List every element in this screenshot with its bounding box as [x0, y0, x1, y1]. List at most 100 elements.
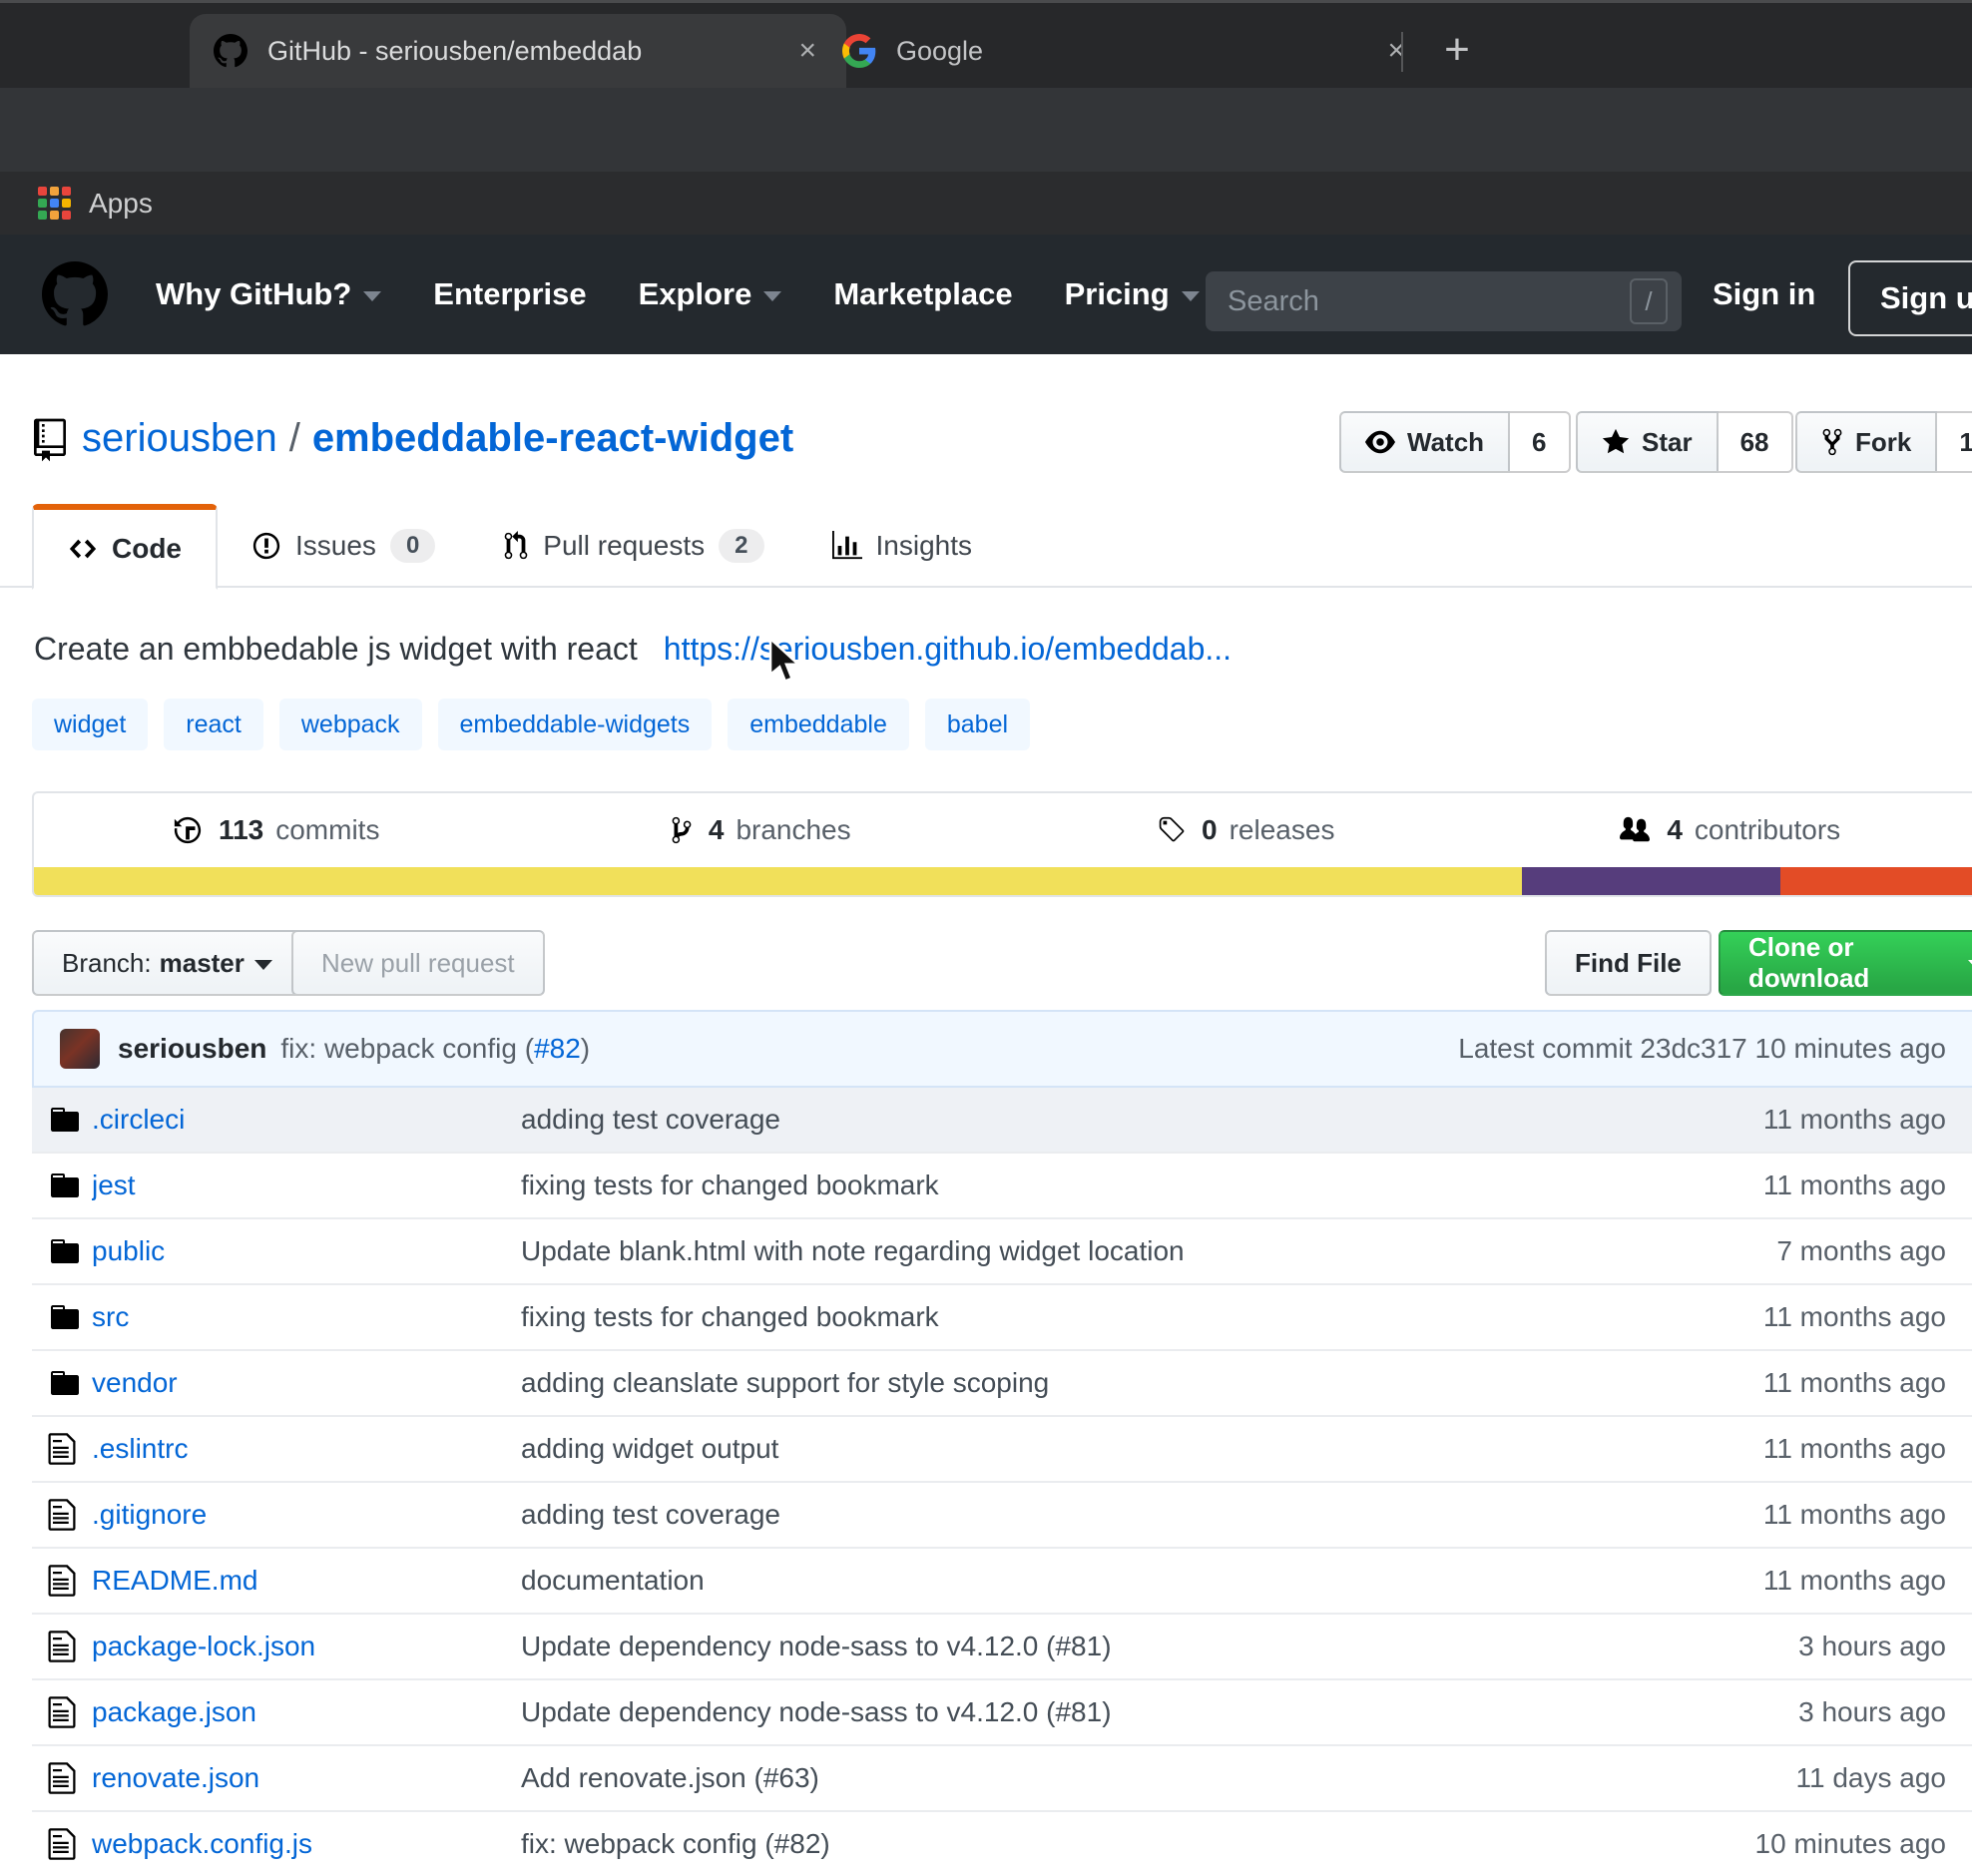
browser-tab-google[interactable]: Google ×	[818, 14, 1435, 88]
file-name-link[interactable]: package-lock.json	[92, 1631, 521, 1662]
search-shortcut-badge: /	[1630, 278, 1668, 324]
commit-author[interactable]: seriousben	[118, 1033, 266, 1065]
issue-icon	[251, 531, 281, 561]
file-name-link[interactable]: src	[92, 1301, 521, 1333]
file-icon	[48, 1694, 92, 1730]
find-file-button[interactable]: Find File	[1545, 930, 1712, 996]
bookmarks-bar: Apps	[0, 172, 1972, 234]
language-bar[interactable]	[34, 867, 1972, 895]
latest-commit-bar: seriousben fix: webpack config (#82) Lat…	[32, 1010, 1972, 1088]
topic-tag[interactable]: embeddable	[728, 699, 909, 750]
file-age: 11 months ago	[1627, 1565, 1972, 1597]
file-name-link[interactable]: .gitignore	[92, 1499, 521, 1531]
caret-down-icon	[1968, 960, 1972, 971]
clone-or-download-button[interactable]: Clone or download	[1719, 930, 1972, 996]
tab-close-icon[interactable]: ×	[1381, 34, 1411, 68]
file-icon	[48, 1629, 92, 1664]
sign-in-link[interactable]: Sign in	[1713, 276, 1815, 312]
branch-select-button[interactable]: Branch:master	[32, 930, 302, 996]
github-logo-icon[interactable]	[42, 261, 108, 327]
branch-icon	[671, 815, 693, 845]
file-commit-message[interactable]: fixing tests for changed bookmark	[521, 1301, 1627, 1333]
file-commit-message[interactable]: adding test coverage	[521, 1499, 1627, 1531]
browser-tab-github[interactable]: GitHub - seriousben/embeddab ×	[190, 14, 846, 88]
repo-website-link[interactable]: https://seriousben.github.io/embeddab...	[664, 631, 1232, 668]
table-row: src fixing tests for changed bookmark 11…	[32, 1283, 1972, 1349]
address-bar-row: ← → ⟳ GitHub, Inc. [US] github.com /seri…	[0, 88, 1972, 172]
folder-icon	[48, 1170, 92, 1201]
star-button[interactable]: Star	[1576, 411, 1719, 473]
topic-tag[interactable]: babel	[925, 699, 1030, 750]
nav-explore[interactable]: Explore	[639, 276, 782, 312]
nav-why-github[interactable]: Why GitHub?	[156, 276, 381, 312]
repo-owner-link[interactable]: seriousben	[82, 416, 277, 461]
search-placeholder: Search	[1228, 285, 1630, 318]
repo-name-link[interactable]: embeddable-react-widget	[312, 416, 793, 461]
file-name-link[interactable]: .circleci	[92, 1104, 521, 1136]
fork-button[interactable]: Fork	[1795, 411, 1937, 473]
star-count[interactable]: 68	[1719, 411, 1793, 473]
apps-grid-icon[interactable]	[38, 187, 71, 220]
apps-label[interactable]: Apps	[89, 188, 153, 220]
topic-tags: widget react webpack embeddable-widgets …	[32, 699, 1030, 750]
new-pull-request-button[interactable]: New pull request	[291, 930, 545, 996]
file-name-link[interactable]: renovate.json	[92, 1762, 521, 1794]
file-commit-message[interactable]: documentation	[521, 1565, 1627, 1597]
file-commit-message[interactable]: fixing tests for changed bookmark	[521, 1170, 1627, 1201]
watch-button-group: Watch 6	[1339, 411, 1571, 473]
file-icon	[48, 1563, 92, 1599]
file-age: 11 months ago	[1627, 1367, 1972, 1399]
file-commit-message[interactable]: adding cleanslate support for style scop…	[521, 1367, 1627, 1399]
topic-tag[interactable]: webpack	[279, 699, 422, 750]
tab-issues[interactable]: Issues 0	[218, 504, 469, 588]
stat-branches[interactable]: 4branches	[519, 814, 1004, 846]
stat-commits[interactable]: 113commits	[34, 814, 519, 846]
tab-pull-requests[interactable]: Pull requests 2	[469, 504, 797, 588]
file-commit-message[interactable]: Update blank.html with note regarding wi…	[521, 1235, 1627, 1267]
topic-tag[interactable]: react	[164, 699, 263, 750]
sign-up-button[interactable]: Sign up	[1848, 260, 1972, 336]
file-commit-message[interactable]: fix: webpack config (#82)	[521, 1828, 1627, 1860]
file-name-link[interactable]: vendor	[92, 1367, 521, 1399]
nav-enterprise[interactable]: Enterprise	[433, 276, 586, 312]
file-commit-message[interactable]: adding widget output	[521, 1433, 1627, 1465]
file-age: 11 months ago	[1627, 1104, 1972, 1136]
fork-count[interactable]: 14	[1937, 411, 1972, 473]
pr-link[interactable]: #82	[534, 1033, 581, 1064]
table-row: .eslintrc adding widget output 11 months…	[32, 1415, 1972, 1481]
file-name-link[interactable]: package.json	[92, 1696, 521, 1728]
file-commit-message[interactable]: Update dependency node-sass to v4.12.0 (…	[521, 1696, 1627, 1728]
commit-message[interactable]: fix: webpack config (#82)	[280, 1033, 590, 1065]
file-name-link[interactable]: jest	[92, 1170, 521, 1201]
star-icon	[1602, 427, 1630, 457]
nav-marketplace[interactable]: Marketplace	[833, 276, 1012, 312]
folder-icon	[48, 1235, 92, 1267]
topic-tag[interactable]: widget	[32, 699, 148, 750]
watch-count[interactable]: 6	[1510, 411, 1570, 473]
pull-request-icon	[503, 531, 529, 561]
file-commit-message[interactable]: Add renovate.json (#63)	[521, 1762, 1627, 1794]
tab-insights[interactable]: Insights	[798, 504, 1007, 588]
stat-releases[interactable]: 0releases	[1003, 814, 1488, 846]
watch-button[interactable]: Watch	[1339, 411, 1510, 473]
github-search-input[interactable]: Search /	[1206, 271, 1682, 331]
chevron-down-icon	[1182, 291, 1200, 301]
file-commit-message[interactable]: adding test coverage	[521, 1104, 1627, 1136]
github-header: Why GitHub? Enterprise Explore Marketpla…	[0, 234, 1972, 354]
file-name-link[interactable]: .eslintrc	[92, 1433, 521, 1465]
file-age: 10 minutes ago	[1627, 1828, 1972, 1860]
table-row: package.json Update dependency node-sass…	[32, 1678, 1972, 1744]
file-name-link[interactable]: webpack.config.js	[92, 1828, 521, 1860]
stat-contributors[interactable]: 4contributors	[1488, 814, 1972, 846]
topic-tag[interactable]: embeddable-widgets	[438, 699, 713, 750]
file-age: 3 hours ago	[1627, 1631, 1972, 1662]
file-name-link[interactable]: README.md	[92, 1565, 521, 1597]
commit-sha[interactable]: 23dc317	[1640, 1033, 1746, 1064]
new-tab-button[interactable]: +	[1429, 22, 1485, 78]
nav-pricing[interactable]: Pricing	[1065, 276, 1200, 312]
file-name-link[interactable]: public	[92, 1235, 521, 1267]
file-commit-message[interactable]: Update dependency node-sass to v4.12.0 (…	[521, 1631, 1627, 1662]
commit-author-avatar[interactable]	[60, 1029, 100, 1069]
tab-code[interactable]: Code	[32, 504, 218, 590]
history-icon	[173, 815, 203, 845]
